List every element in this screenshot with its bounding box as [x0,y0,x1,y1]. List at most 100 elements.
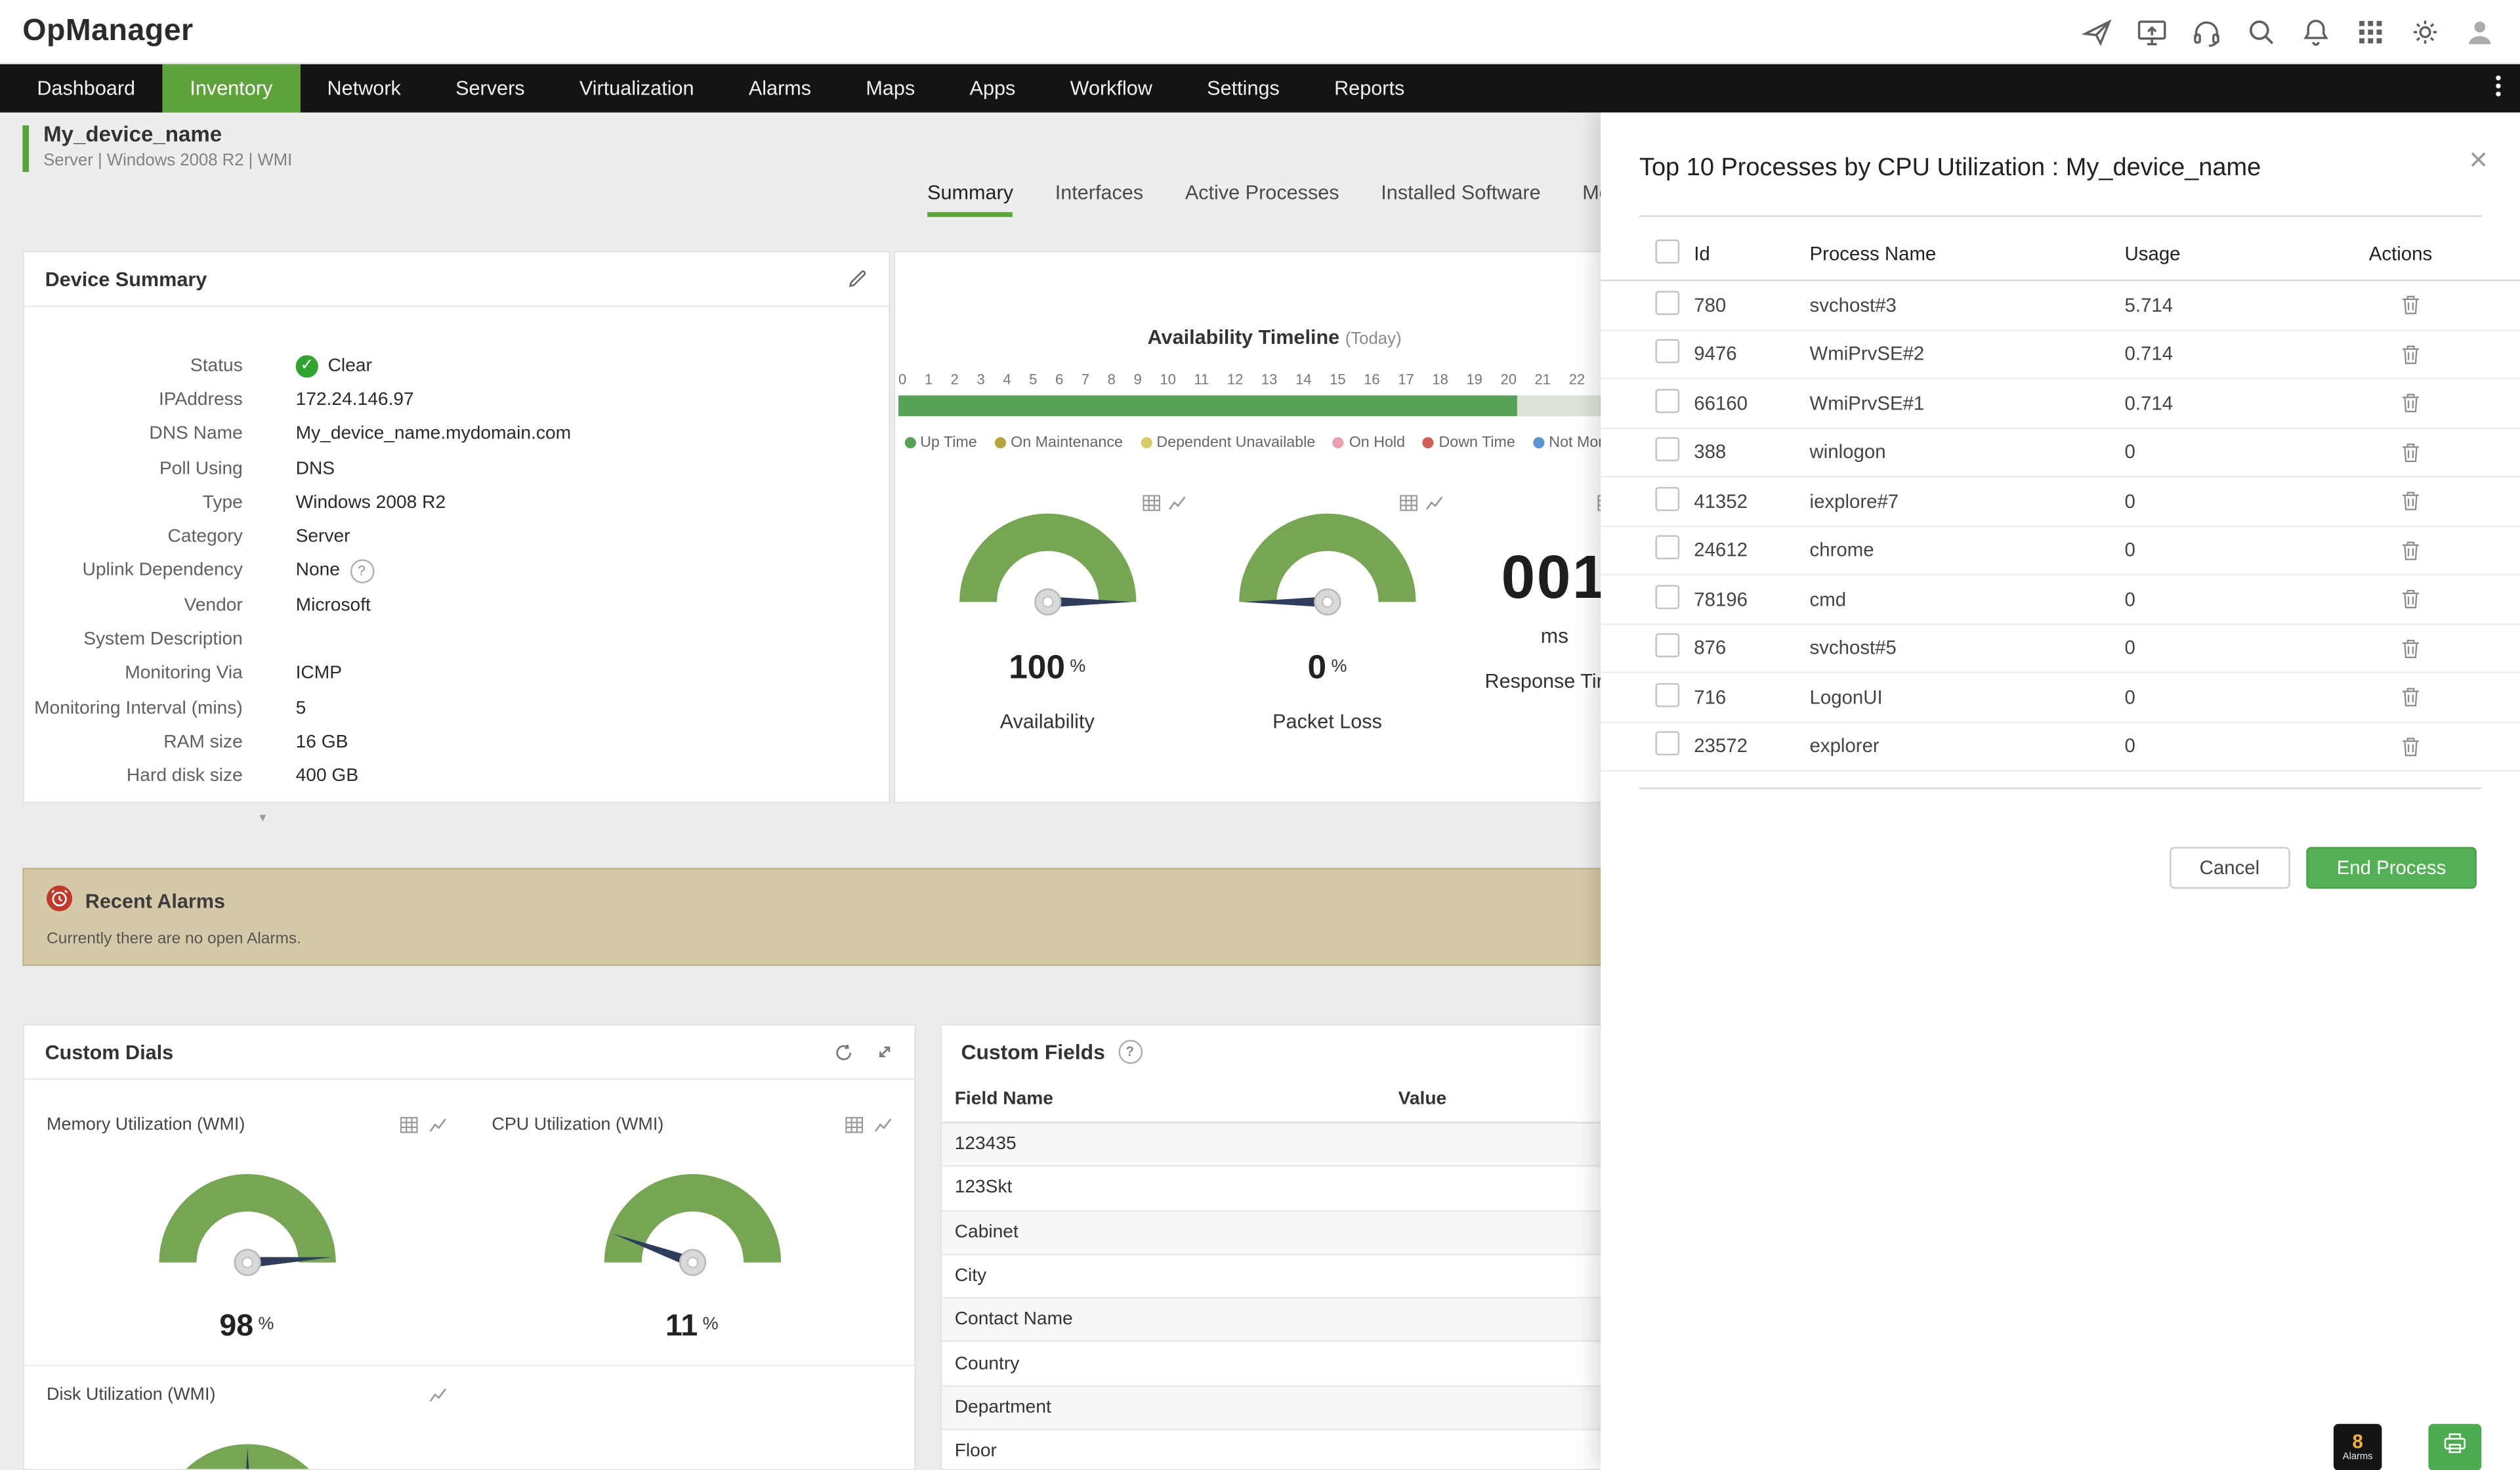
support-widget-button[interactable] [2428,1423,2482,1470]
summary-field-row: IPAddress 172.24.146.97 [24,383,889,417]
close-icon[interactable]: × [2469,144,2488,177]
table-mini-icon[interactable] [400,1117,418,1133]
table-mini-icon[interactable] [1399,490,1417,519]
delete-process-icon[interactable] [2401,442,2420,463]
row-checkbox[interactable] [1655,388,1680,413]
tab-installed-software[interactable]: Installed Software [1381,173,1540,217]
table-mini-icon[interactable] [1143,490,1161,519]
timeline-tick: 13 [1261,371,1278,388]
refresh-icon[interactable] [834,1042,853,1061]
process-row: 716 LogonUI 0 [1601,673,2520,723]
field-value-text: 16 GB [295,732,348,752]
timeline-tick: 22 [1568,371,1586,388]
delete-process-icon[interactable] [2401,638,2420,659]
row-checkbox[interactable] [1655,682,1680,707]
nav-item-inventory[interactable]: Inventory [162,64,300,113]
row-checkbox[interactable] [1655,536,1680,560]
custom-field-name: 123Skt [954,1179,1013,1198]
row-checkbox[interactable] [1655,437,1680,462]
chart-mini-icon[interactable] [1169,490,1186,519]
chart-mini-icon[interactable] [429,1387,447,1402]
help-icon[interactable]: ? [349,559,374,583]
headset-icon[interactable] [2189,14,2225,49]
search-icon[interactable] [2244,14,2279,49]
dial-label: Memory Utilization (WMI) [47,1115,245,1135]
scroll-down-icon[interactable]: ▼ [257,813,268,824]
nav-item-reports[interactable]: Reports [1307,64,1431,112]
summary-field-row: Vendor Microsoft [24,589,889,623]
process-usage: 0 [2124,637,2135,660]
more-menu-icon[interactable] [2496,75,2501,96]
nav-item-network[interactable]: Network [300,64,429,112]
delete-process-icon[interactable] [2401,343,2420,364]
delete-process-icon[interactable] [2401,539,2420,560]
notifications-icon[interactable] [2298,14,2334,49]
table-mini-icon[interactable] [845,1117,863,1133]
delete-process-icon[interactable] [2401,392,2420,413]
screen-share-icon[interactable] [2134,14,2170,49]
custom-field-name: Floor [954,1442,997,1461]
panel-divider-top [1639,215,2482,217]
nav-item-alarms[interactable]: Alarms [721,64,839,112]
custom-fields-title: Custom Fields [961,1039,1105,1064]
timeline-tick: 9 [1133,371,1142,388]
timeline-tick: 18 [1432,371,1448,388]
chart-mini-icon[interactable] [1425,490,1442,519]
nav-item-dashboard[interactable]: Dashboard [10,64,163,112]
alarm-count-badge[interactable]: 8 Alarms [2333,1423,2382,1470]
nav-item-servers[interactable]: Servers [428,64,552,112]
nav-item-apps[interactable]: Apps [942,64,1043,112]
expand-icon[interactable] [876,1043,894,1060]
row-checkbox[interactable] [1655,339,1680,364]
nav-item-virtualization[interactable]: Virtualization [552,64,721,112]
device-summary-fields: Status ✓ Clear IPAddress 172.24.146.97 DNS Na… [24,307,889,794]
row-checkbox-cell [1655,339,1694,368]
top-processes-panel: Top 10 Processes by CPU Utilization : My… [1601,112,2520,1470]
chart-mini-icon[interactable] [874,1117,892,1133]
process-usage: 0 [2124,587,2135,611]
alarm-count: 8 [2352,1430,2363,1453]
delete-process-icon[interactable] [2401,295,2420,316]
edit-pencil-icon[interactable] [847,268,868,289]
delete-process-icon[interactable] [2401,491,2420,512]
field-value: 5 [296,698,306,717]
delete-process-icon[interactable] [2401,686,2420,707]
timeline-tick: 15 [1330,371,1346,388]
user-icon[interactable] [2462,14,2498,49]
field-value: Windows 2008 R2 [296,493,446,512]
app-logo[interactable]: OpManager [22,14,193,49]
process-actions [2369,589,2481,610]
row-checkbox[interactable] [1655,584,1680,609]
settings-gear-icon[interactable] [2408,14,2443,49]
delete-process-icon[interactable] [2401,736,2420,757]
nav-item-maps[interactable]: Maps [839,64,942,112]
nav-item-settings[interactable]: Settings [1180,64,1307,112]
tab-active-processes[interactable]: Active Processes [1185,173,1339,217]
row-checkbox[interactable] [1655,633,1680,658]
timeline-tick: 21 [1534,371,1551,388]
apps-grid-icon[interactable] [2353,14,2388,49]
process-id: 78196 [1694,587,1748,611]
process-name: WmiPrvSE#2 [1809,343,1925,366]
cancel-button[interactable]: Cancel [2169,847,2290,889]
field-value: 400 GB [296,767,359,786]
row-checkbox[interactable] [1655,290,1680,315]
row-checkbox[interactable] [1655,731,1680,756]
select-all-checkbox[interactable] [1655,238,1680,263]
process-actions [2369,539,2481,560]
chart-mini-icon[interactable] [429,1117,447,1133]
alarm-count-caption: Alarms [2342,1452,2373,1463]
gauge-view-icons [1143,490,1186,519]
field-value: 16 GB [296,733,348,752]
delete-process-icon[interactable] [2401,589,2420,610]
help-icon[interactable]: ? [1118,1039,1143,1064]
row-checkbox[interactable] [1655,486,1680,511]
end-process-button[interactable]: End Process [2306,847,2477,889]
legend-dot [1422,437,1435,449]
device-name: My_device_name [43,122,222,146]
availability-timeline-title: Availability Timeline (Today) [1147,326,1402,349]
tab-interfaces[interactable]: Interfaces [1055,173,1143,217]
nav-item-workflow[interactable]: Workflow [1043,64,1180,112]
rocket-icon[interactable] [2080,14,2115,49]
tab-summary[interactable]: Summary [927,173,1014,217]
